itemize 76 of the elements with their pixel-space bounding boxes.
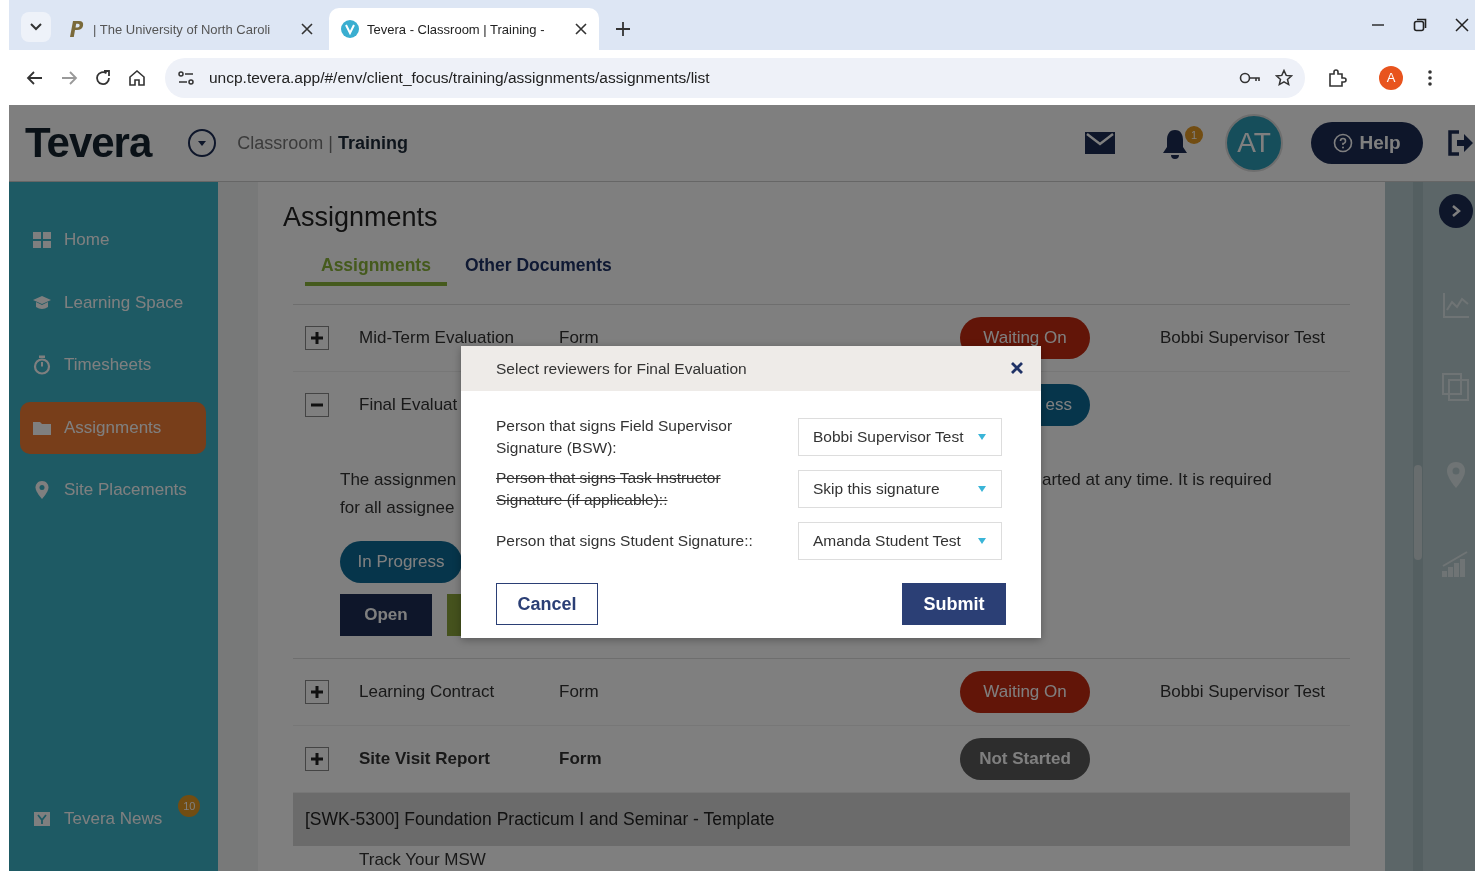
status-badge: Waiting On bbox=[960, 671, 1090, 713]
grid-icon bbox=[32, 230, 52, 250]
reviewer-dropdown[interactable]: Amanda Student Test bbox=[798, 522, 1002, 560]
page-title: Assignments bbox=[283, 202, 439, 233]
assignee-name: Bobbi Supervisor Test bbox=[1160, 682, 1326, 701]
bell-icon[interactable] bbox=[1161, 128, 1189, 160]
close-icon[interactable] bbox=[575, 23, 587, 35]
help-icon bbox=[1333, 133, 1354, 153]
description-text: for all assignee bbox=[340, 497, 455, 519]
logo[interactable]: Tevera bbox=[25, 119, 152, 167]
address-bar[interactable]: uncp.tevera.app/#/env/client_focus/training/assignments/assignments/list bbox=[165, 57, 1305, 98]
description-text: arted at any time. It is required bbox=[1042, 469, 1273, 491]
new-tab-icon[interactable] bbox=[615, 21, 631, 37]
field-label: Person that signs Student Signature:: bbox=[496, 531, 754, 551]
field-label: Person that signs Task Instructor Signature (if applicable):: bbox=[496, 468, 722, 510]
expand-button[interactable] bbox=[305, 680, 329, 704]
expand-panel-button[interactable] bbox=[1439, 194, 1473, 228]
assignment-name: Mid-Term Evaluation bbox=[359, 328, 514, 348]
stopwatch-icon bbox=[32, 355, 52, 375]
dialog-title: Select reviewers for Final Evaluation bbox=[496, 359, 748, 378]
v-logo-icon bbox=[341, 20, 359, 38]
status-badge: Not Started bbox=[960, 738, 1090, 780]
field-label: Person that signs Field Supervisor Signature (BSW): bbox=[496, 416, 734, 458]
assignment-name: Track Your MSW bbox=[359, 850, 486, 870]
dropdown-arrow-icon bbox=[977, 485, 987, 493]
open-button[interactable]: Open bbox=[340, 594, 432, 636]
plus-icon bbox=[310, 331, 324, 345]
description-text: The assignmen bbox=[340, 469, 457, 491]
assignment-type: Form bbox=[559, 328, 599, 347]
mail-icon[interactable] bbox=[1085, 132, 1115, 154]
user-avatar[interactable]: AT bbox=[1225, 114, 1283, 172]
assignment-name: Site Visit Report bbox=[359, 749, 490, 769]
plus-icon bbox=[310, 752, 324, 766]
logout-icon[interactable] bbox=[1447, 129, 1475, 157]
assignee-name: Bobbi Supervisor Test bbox=[1160, 328, 1326, 347]
close-icon bbox=[1010, 360, 1024, 375]
assignment-type: Form bbox=[559, 749, 602, 768]
expand-button[interactable] bbox=[305, 326, 329, 350]
home-icon[interactable] bbox=[127, 67, 147, 88]
key-icon[interactable] bbox=[1239, 70, 1261, 85]
close-icon[interactable] bbox=[301, 23, 313, 35]
caret-icon bbox=[30, 23, 42, 31]
p-logo-icon bbox=[67, 20, 85, 38]
chevron-right-icon bbox=[1450, 204, 1462, 218]
assignment-name: Final Evaluat bbox=[359, 395, 458, 415]
star-icon[interactable] bbox=[1275, 68, 1293, 87]
cancel-button[interactable]: Cancel bbox=[496, 583, 598, 625]
dropdown-arrow-icon bbox=[977, 537, 987, 545]
assignment-name: Learning Contract bbox=[359, 682, 495, 702]
breadcrumb: Classroom | Training bbox=[237, 132, 409, 154]
scrollbar[interactable] bbox=[1413, 182, 1423, 871]
reviewer-dropdown[interactable]: Skip this signature bbox=[798, 470, 1002, 508]
tab[interactable]: Other Documents bbox=[464, 255, 612, 286]
submit-button[interactable]: Submit bbox=[902, 583, 1006, 625]
plus-icon bbox=[310, 685, 324, 699]
menu-icon[interactable] bbox=[1427, 68, 1433, 87]
expand-button[interactable] bbox=[305, 747, 329, 771]
site-settings-icon[interactable] bbox=[177, 68, 195, 87]
course-group-header: [SWK-5300] Foundation Practicum I and Seminar - Template bbox=[293, 793, 1350, 846]
reviewer-dropdown[interactable]: Bobbi Supervisor Test bbox=[798, 418, 1002, 456]
status-badge: In Progress bbox=[340, 541, 462, 583]
dropdown-icon[interactable] bbox=[187, 128, 218, 158]
assignment-type: Form bbox=[559, 682, 599, 701]
profile-avatar[interactable]: A bbox=[1379, 65, 1403, 90]
reload-icon[interactable] bbox=[93, 67, 113, 88]
news-badge: 10 bbox=[178, 795, 201, 817]
restore-icon[interactable] bbox=[1413, 18, 1427, 32]
dropdown-arrow-icon bbox=[977, 433, 987, 441]
browser-tab[interactable]: | The University of North Caroli bbox=[55, 8, 325, 50]
notification-badge: 1 bbox=[1185, 126, 1203, 144]
tab-list-button[interactable] bbox=[21, 12, 51, 42]
close-icon[interactable] bbox=[1455, 18, 1469, 32]
extensions-icon[interactable] bbox=[1327, 67, 1347, 88]
collapse-button[interactable] bbox=[305, 393, 329, 417]
help-button[interactable]: Help bbox=[1311, 122, 1423, 164]
browser-tab[interactable]: Tevera - Classroom | Training - bbox=[329, 8, 599, 50]
